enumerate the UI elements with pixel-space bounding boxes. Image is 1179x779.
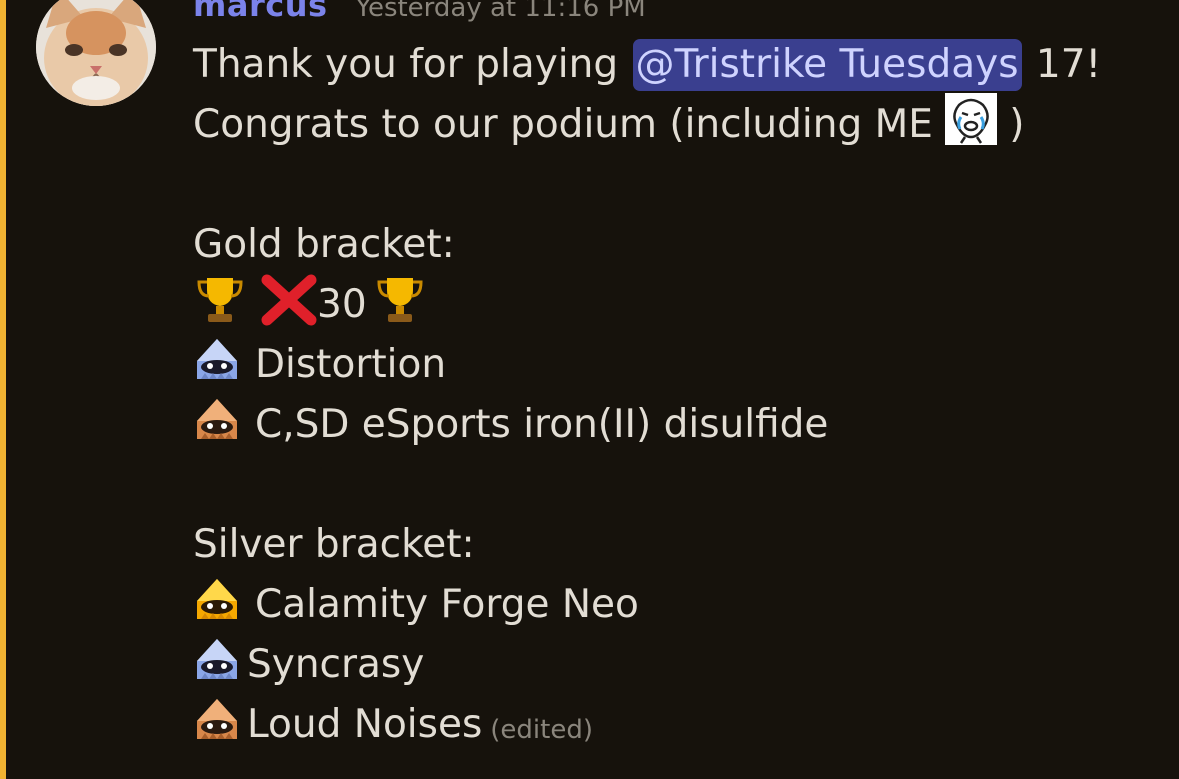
red-x-icon [261,272,317,339]
edited-label: (edited) [490,715,593,745]
cat-avatar-icon [36,0,156,106]
trophy-icon [373,272,427,339]
mention-highlight-bar [0,0,6,779]
silver-third-place: Loud Noises (edited) [193,698,593,750]
message-line-1: Thank you for playing @Tristrike Tuesday… [193,39,1102,91]
bronze-squid-icon [193,695,241,756]
silver-bracket-heading: Silver bracket: [193,520,475,570]
message-text: ) [1009,102,1025,147]
first-place-team: Calamity Forge Neo [255,582,639,627]
silver-second-place: Syncrasy [193,638,425,690]
silver-squid-icon [193,635,241,696]
crying-face-sticker-icon[interactable] [945,92,998,158]
third-place-team: C,SD eSports iron(II) disulfide [255,402,829,447]
message-header: marcus Yesterday at 11:16 PM [193,0,646,26]
timestamp[interactable]: Yesterday at 11:16 PM [356,0,646,23]
message-text: 17! [1023,42,1102,87]
heading-text: Gold bracket: [193,222,455,267]
bronze-squid-icon [193,395,241,456]
third-place-team: Loud Noises [247,702,483,747]
message-text: Thank you for playing [193,42,631,87]
trophy-icon [193,272,247,339]
gold-first-place: 30 [193,274,427,330]
gold-second-place: Distortion [193,338,447,390]
second-place-team: Syncrasy [247,642,425,687]
heading-text: Silver bracket: [193,522,475,567]
username[interactable]: marcus [193,0,328,24]
message-view: marcus Yesterday at 11:16 PM Thank you f… [0,0,1179,779]
role-mention[interactable]: @Tristrike Tuesdays [632,39,1022,91]
gold-third-place: C,SD eSports iron(II) disulfide [193,398,829,450]
second-place-team: Distortion [255,342,447,387]
gold-bracket-heading: Gold bracket: [193,220,455,270]
silver-squid-icon [193,335,241,396]
message-line-2: Congrats to our podium (including ME ) [193,92,1025,150]
message-text: Congrats to our podium (including ME [193,102,946,147]
silver-first-place: Calamity Forge Neo [193,578,639,630]
avatar[interactable] [36,0,156,106]
first-place-team: 30 [317,282,367,327]
gold-squid-icon [193,575,241,636]
